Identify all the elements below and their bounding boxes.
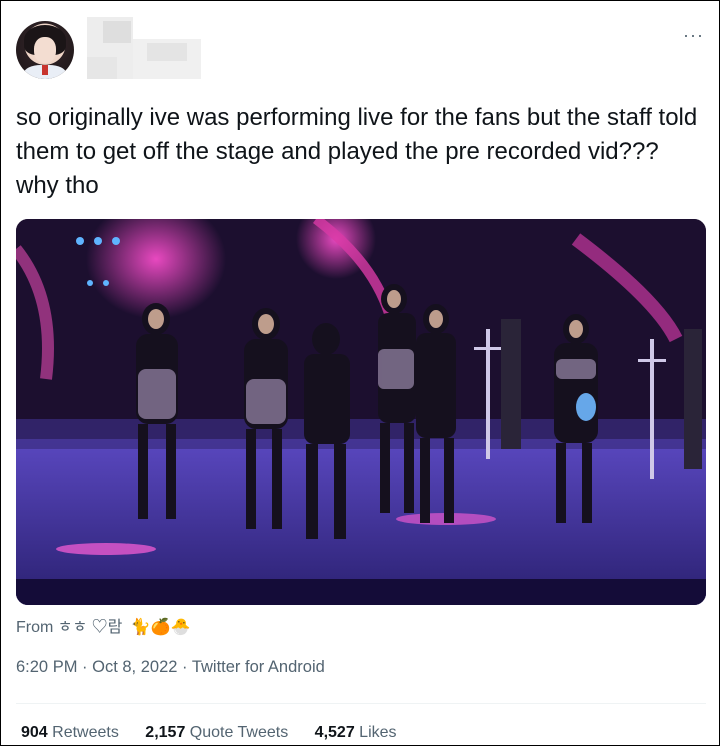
avatar-tie bbox=[42, 65, 48, 75]
quote-tweets-count: 2,157 bbox=[145, 724, 186, 741]
engagement-stats: 904 Retweets 2,157 Quote Tweets 4,527 Li… bbox=[21, 724, 419, 742]
avatar-face bbox=[34, 37, 56, 63]
retweets-label: Retweets bbox=[47, 724, 119, 741]
blurred-username[interactable] bbox=[87, 17, 201, 81]
source-prefix: From bbox=[16, 619, 58, 636]
source-name[interactable]: ㅎㅎ ♡람 bbox=[58, 619, 127, 636]
video-frame bbox=[16, 219, 706, 605]
user-avatar[interactable] bbox=[16, 21, 74, 79]
divider bbox=[16, 703, 706, 704]
source-line: From ㅎㅎ ♡람 🐈🍊🐣 bbox=[16, 613, 191, 637]
likes-stat[interactable]: 4,527 Likes bbox=[315, 724, 397, 741]
likes-count: 4,527 bbox=[314, 724, 355, 741]
tweet-time[interactable]: 6:20 PM bbox=[16, 658, 77, 676]
tweet-date[interactable]: Oct 8, 2022 bbox=[92, 658, 177, 676]
tweet-text: so originally ive was performing live fo… bbox=[16, 104, 698, 199]
meta-separator: · bbox=[177, 658, 192, 676]
retweets-count: 904 bbox=[21, 724, 48, 741]
retweets-stat[interactable]: 904 Retweets bbox=[21, 724, 119, 741]
likes-label: Likes bbox=[354, 724, 397, 741]
tweet-card: ··· so originally ive was performing liv… bbox=[0, 0, 720, 746]
quote-tweets-stat[interactable]: 2,157 Quote Tweets bbox=[145, 724, 288, 741]
tweet-client: Twitter for Android bbox=[191, 658, 325, 676]
quote-tweets-label: Quote Tweets bbox=[185, 724, 289, 741]
tweet-metadata: 6:20 PM · Oct 8, 2022 · Twitter for Andr… bbox=[16, 658, 325, 677]
tweet-video[interactable] bbox=[16, 219, 706, 605]
meta-separator: · bbox=[77, 658, 93, 676]
source-emojis: 🐈🍊🐣 bbox=[130, 617, 191, 636]
more-options-icon[interactable]: ··· bbox=[683, 25, 704, 46]
